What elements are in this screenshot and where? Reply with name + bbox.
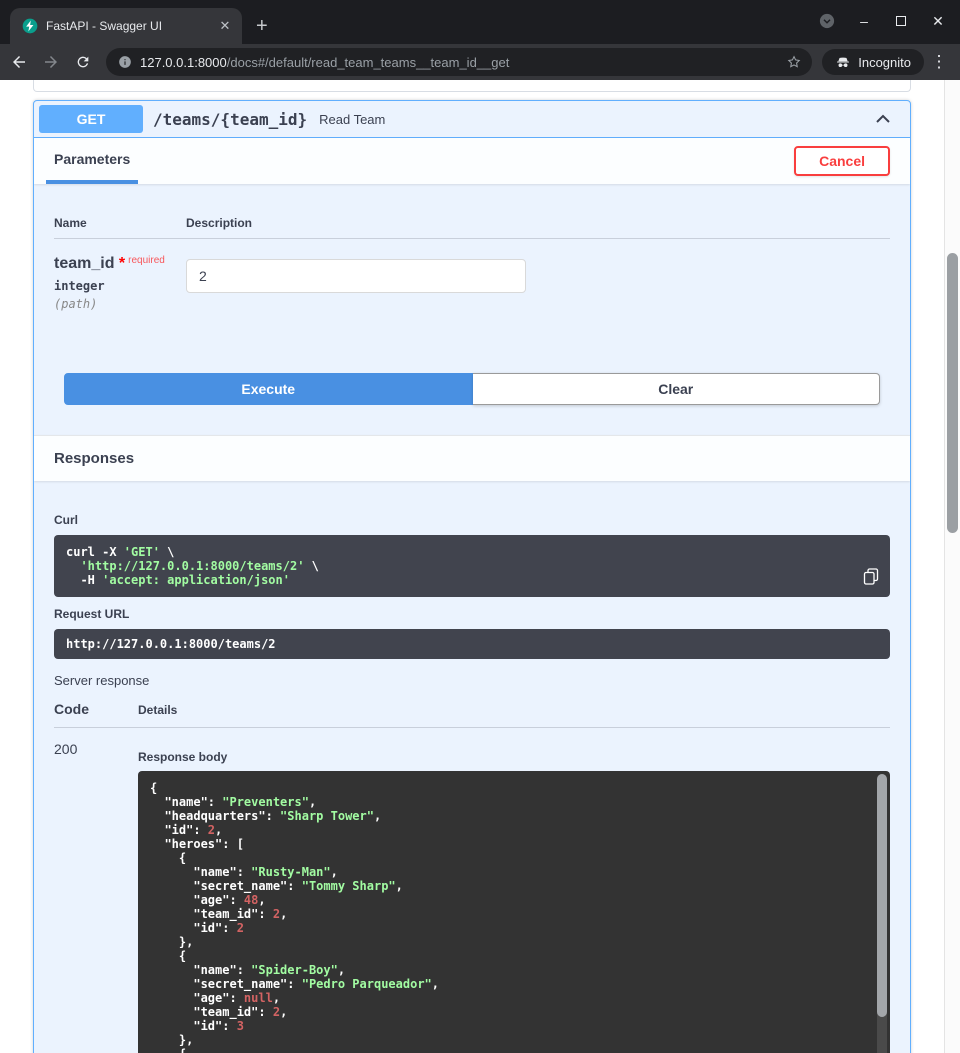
response-body-label: Response body	[138, 750, 890, 764]
previous-section-edge	[33, 80, 911, 92]
parameter-name-text: team_id	[54, 255, 114, 272]
copy-to-clipboard-button[interactable]	[861, 565, 881, 587]
method-badge: GET	[39, 105, 143, 133]
window-controls: – ✕	[819, 13, 946, 29]
response-body-block: { "name": "Preventers", "headquarters": …	[138, 771, 890, 1053]
forward-button[interactable]	[36, 47, 66, 77]
responses-content: Curl curl -X 'GET' \ 'http://127.0.0.1:8…	[34, 481, 910, 1053]
back-arrow-icon	[10, 53, 28, 71]
chevron-up-icon	[873, 109, 893, 129]
url-text: 127.0.0.1:8000/docs#/default/read_team_t…	[140, 55, 778, 70]
response-body-scrollbar-track	[877, 774, 887, 1053]
page-scrollbar-thumb[interactable]	[947, 253, 958, 533]
cancel-button[interactable]: Cancel	[794, 146, 890, 176]
response-body-scrollbar-thumb[interactable]	[877, 774, 887, 1017]
url-path: /docs#/default/read_team_teams__team_id_…	[227, 55, 510, 70]
request-url-label: Request URL	[54, 607, 890, 621]
reload-button[interactable]	[68, 47, 98, 77]
response-body-json: { "name": "Preventers", "headquarters": …	[150, 781, 864, 1053]
required-label: required	[125, 255, 165, 266]
maximize-button[interactable]	[893, 13, 909, 29]
page-info-icon[interactable]	[118, 55, 132, 69]
response-row: 200 Response body { "name": "Preventers"…	[54, 728, 890, 1053]
curl-command-code: curl -X 'GET' \ 'http://127.0.0.1:8000/t…	[66, 545, 846, 587]
server-response-label: Server response	[54, 673, 890, 688]
tab-parameters[interactable]: Parameters	[46, 138, 138, 184]
chevron-down-icon	[819, 12, 835, 30]
minimize-button[interactable]: –	[856, 13, 872, 29]
parameters-tab-label: Parameters	[54, 151, 130, 167]
browser-titlebar: FastAPI - Swagger UI ✕ + – ✕	[0, 0, 960, 44]
description-column-header: Description	[186, 216, 252, 230]
parameters-section-header: Parameters Cancel	[34, 138, 910, 184]
incognito-label: Incognito	[858, 55, 911, 70]
browser-tab[interactable]: FastAPI - Swagger UI ✕	[10, 8, 242, 44]
code-column-header: Code	[54, 701, 138, 717]
curl-command-block: curl -X 'GET' \ 'http://127.0.0.1:8000/t…	[54, 535, 890, 597]
endpoint-summary: Read Team	[319, 112, 873, 127]
response-table-headers: Code Details	[54, 701, 890, 728]
tab-title: FastAPI - Swagger UI	[46, 19, 208, 33]
tab-search-button[interactable]	[819, 13, 835, 29]
incognito-badge: Incognito	[822, 49, 924, 75]
collapse-button[interactable]	[873, 109, 893, 129]
parameter-name: team_id *required	[54, 255, 186, 273]
address-bar[interactable]: 127.0.0.1:8000/docs#/default/read_team_t…	[106, 48, 812, 76]
parameter-type: integer	[54, 279, 186, 293]
execute-button[interactable]: Execute	[64, 373, 473, 405]
parameters-table: Name Description team_id *required integ…	[34, 184, 910, 351]
back-button[interactable]	[4, 47, 34, 77]
swagger-page: GET /teams/{team_id} Read Team Parameter…	[0, 80, 960, 1053]
response-details-cell: Response body { "name": "Preventers", "h…	[138, 741, 890, 1053]
parameter-location: (path)	[54, 297, 186, 311]
opblock-summary[interactable]: GET /teams/{team_id} Read Team	[34, 101, 910, 138]
browser-navbar: 127.0.0.1:8000/docs#/default/read_team_t…	[0, 44, 960, 80]
parameters-table-headers: Name Description	[54, 216, 890, 239]
curl-label: Curl	[54, 513, 890, 527]
maximize-icon	[896, 16, 906, 26]
parameter-name-cell: team_id *required integer (path)	[54, 255, 186, 351]
forward-arrow-icon	[42, 53, 60, 71]
bookmark-star-icon[interactable]	[786, 54, 802, 70]
opblock-get-teams-team-id: GET /teams/{team_id} Read Team Parameter…	[33, 100, 911, 1053]
team-id-input[interactable]	[186, 259, 526, 293]
responses-section-header: Responses	[34, 435, 910, 481]
window-close-button[interactable]: ✕	[930, 13, 946, 29]
name-column-header: Name	[54, 216, 186, 230]
url-host: 127.0.0.1:8000	[140, 55, 227, 70]
browser-menu-button[interactable]: ⋮	[926, 52, 952, 72]
new-tab-button[interactable]: +	[256, 16, 268, 36]
fastapi-favicon-icon	[22, 18, 38, 34]
copy-icon	[863, 568, 879, 585]
execute-wrapper: Execute Clear	[64, 373, 880, 405]
tab-close-icon[interactable]: ✕	[216, 17, 234, 35]
parameter-description-cell	[186, 255, 526, 351]
parameter-row: team_id *required integer (path)	[54, 239, 890, 351]
responses-title: Responses	[54, 450, 890, 467]
request-url-value: http://127.0.0.1:8000/teams/2	[54, 629, 890, 659]
status-code: 200	[54, 741, 138, 1053]
incognito-icon	[835, 54, 851, 70]
endpoint-path[interactable]: /teams/{team_id}	[153, 110, 307, 129]
reload-icon	[75, 54, 91, 70]
clear-button[interactable]: Clear	[473, 373, 881, 405]
page-scrollbar-track	[944, 80, 960, 1053]
details-column-header: Details	[138, 703, 177, 717]
